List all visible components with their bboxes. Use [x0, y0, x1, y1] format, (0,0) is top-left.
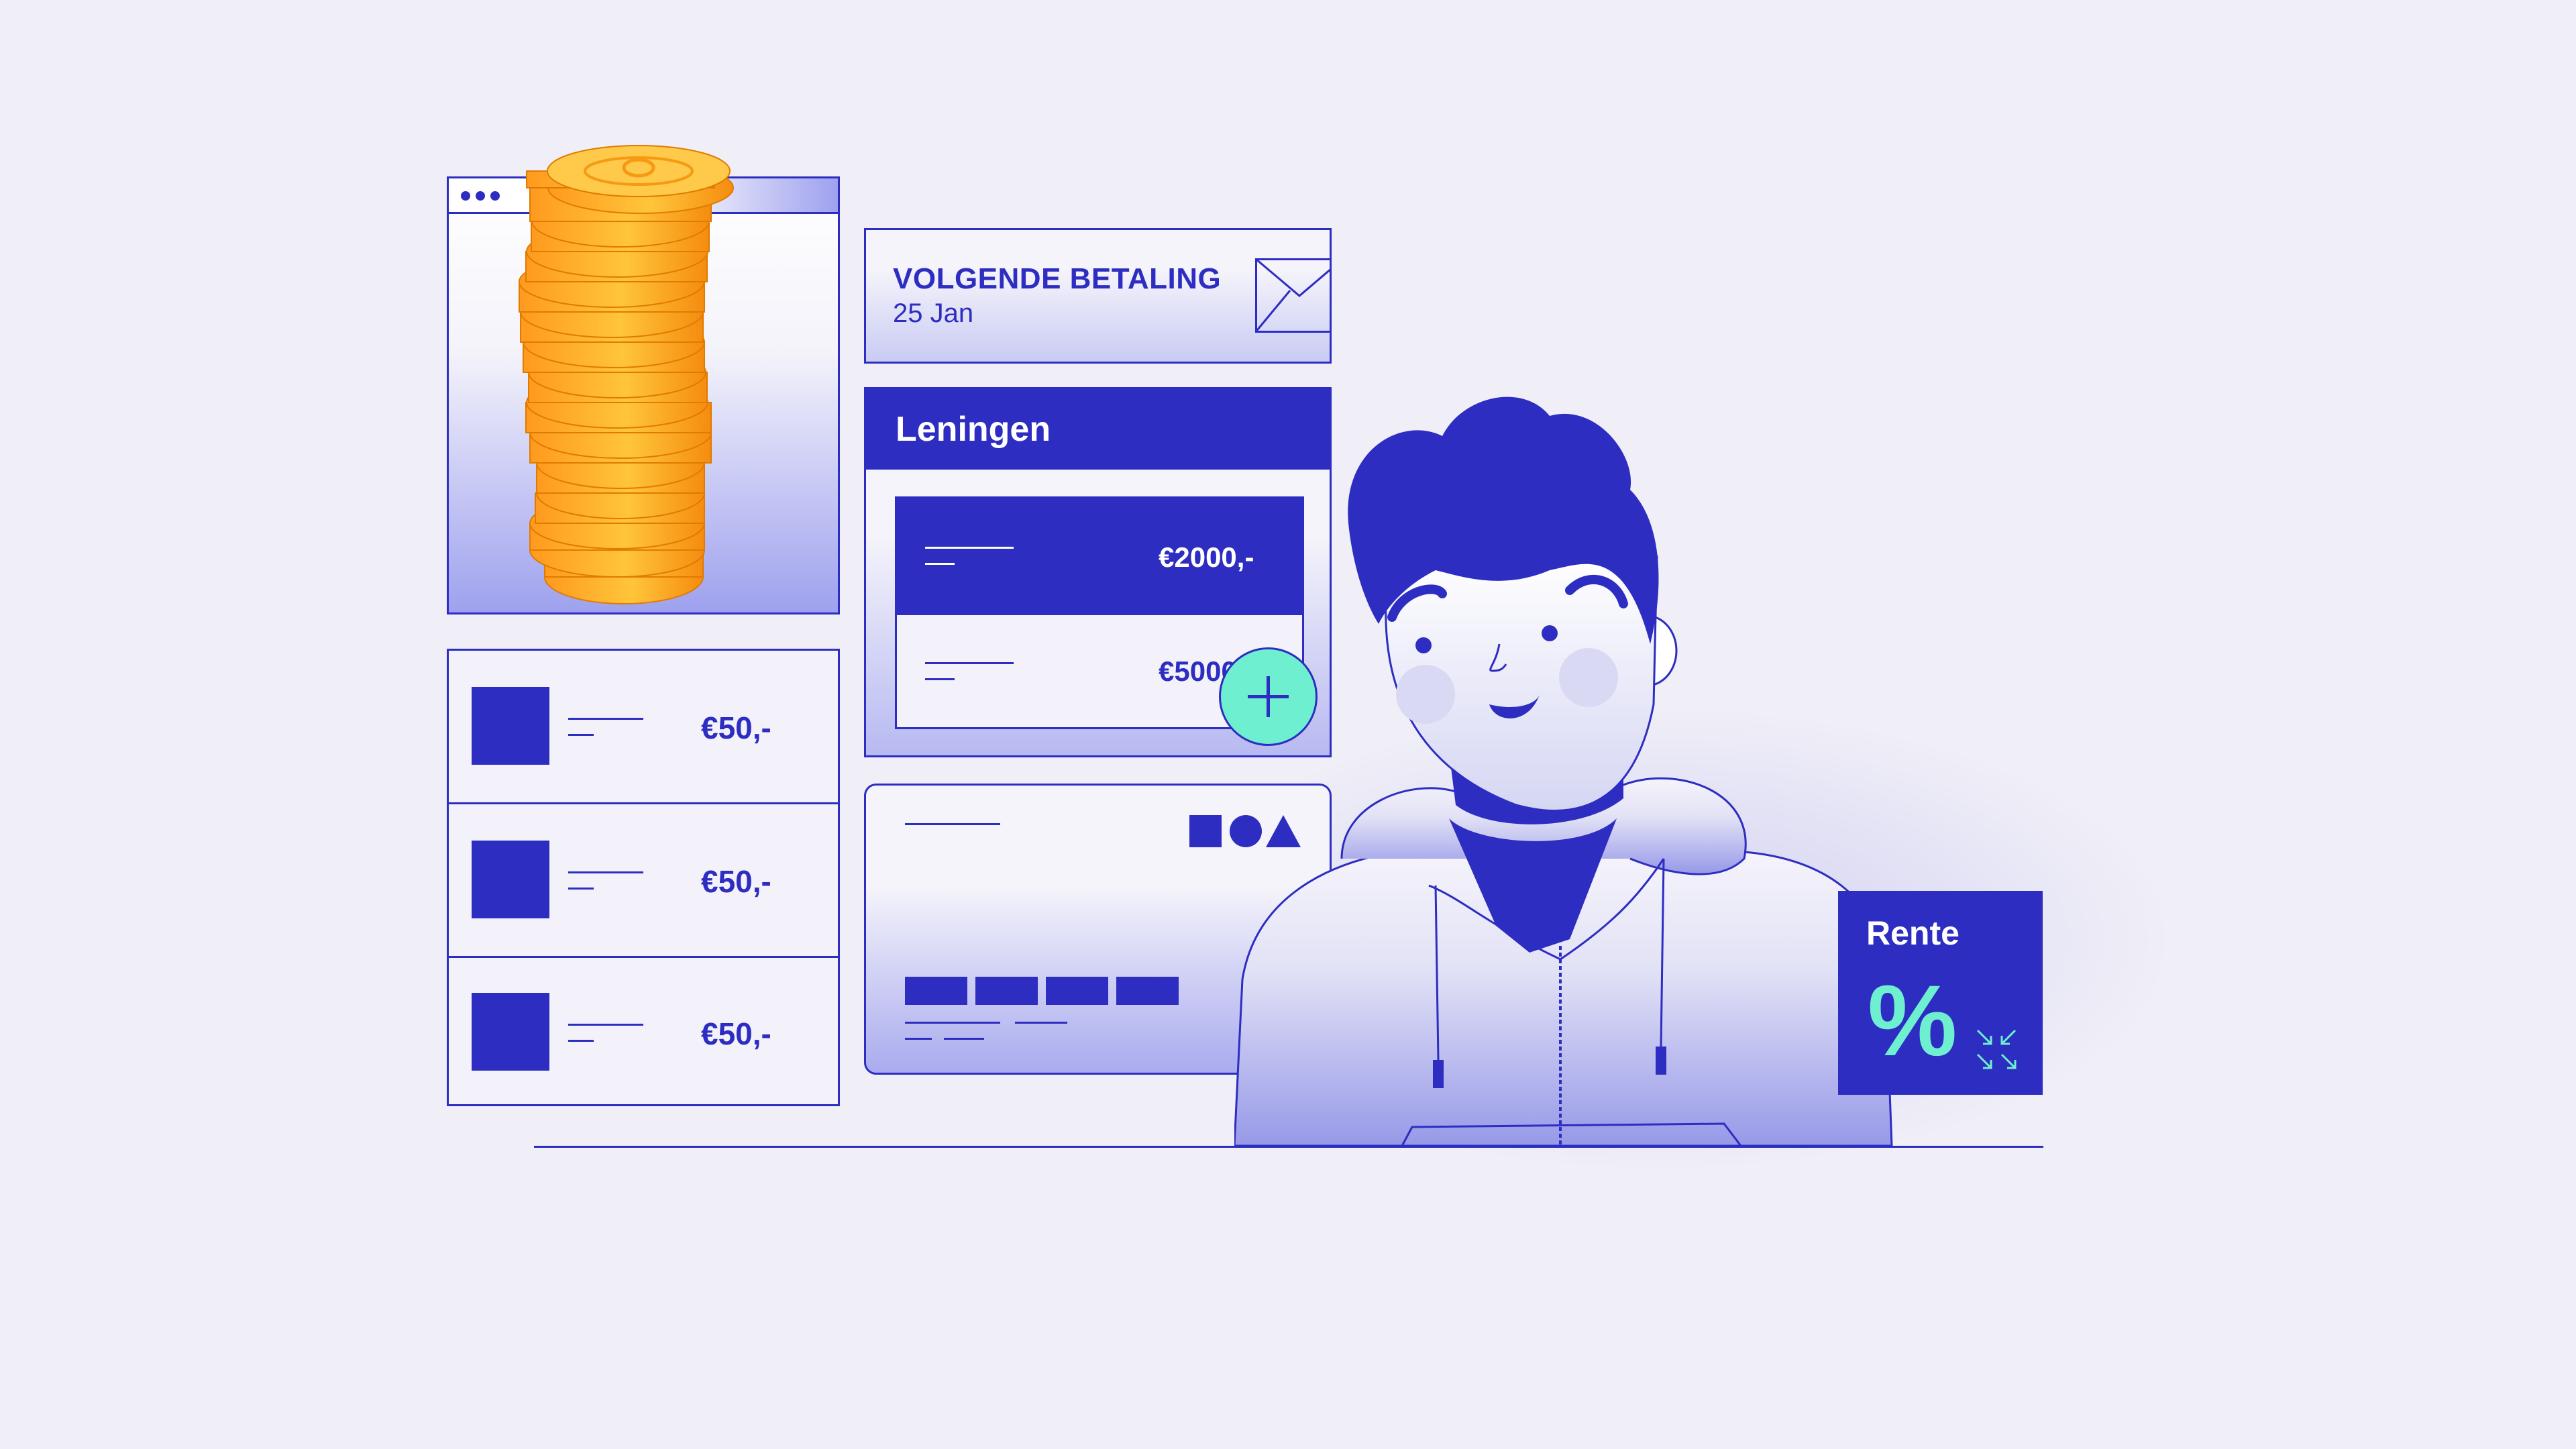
payment-thumbnail: [472, 687, 549, 765]
payment-amount: €50,-: [701, 864, 771, 899]
placeholder-line: [925, 547, 1014, 549]
shrink-arrows-icon: [1976, 1029, 2017, 1069]
placeholder-line: [905, 823, 1000, 825]
next-payment-title: VOLGENDE BETALING: [893, 262, 1222, 295]
window-dot: [461, 191, 470, 201]
interest-card[interactable]: Rente %: [1838, 891, 2043, 1095]
card-number-block: [1116, 977, 1179, 1005]
payment-amount: €50,-: [701, 1016, 771, 1051]
payment-amount: €50,-: [701, 710, 771, 745]
list-item[interactable]: €50,-: [449, 651, 838, 804]
card-number-block: [1046, 977, 1108, 1005]
percent-icon: %: [1868, 964, 1957, 1077]
person-illustration: [1234, 396, 1893, 1147]
coin-stack-icon: [519, 145, 734, 604]
card-number-block: [975, 977, 1038, 1005]
placeholder-line: [1015, 1022, 1067, 1024]
interest-title: Rente: [1866, 914, 1960, 952]
payment-thumbnail: [472, 841, 549, 918]
placeholder-line: [568, 888, 594, 890]
placeholder-line: [568, 1024, 643, 1026]
loans-title: Leningen: [896, 410, 1051, 449]
ground-line: [534, 1146, 2043, 1148]
placeholder-line: [925, 678, 955, 680]
envelope-icon: [1255, 258, 1332, 333]
placeholder-line: [568, 734, 594, 736]
list-item[interactable]: €50,-: [449, 804, 838, 958]
window-dot: [476, 191, 485, 201]
card-number-block: [905, 977, 967, 1005]
payment-thumbnail: [472, 993, 549, 1071]
illustration-canvas: €50,- €50,- €50,- VOLGENDE BETALING 25 J…: [0, 0, 2576, 1449]
payments-list: €50,- €50,- €50,-: [447, 649, 840, 1106]
placeholder-line: [568, 871, 643, 873]
placeholder-line: [568, 718, 643, 720]
placeholder-line: [925, 662, 1014, 664]
placeholder-line: [944, 1038, 984, 1040]
next-payment-date: 25 Jan: [893, 299, 974, 328]
placeholder-line: [568, 1040, 594, 1042]
placeholder-line: [925, 563, 955, 565]
list-item[interactable]: €50,-: [449, 957, 838, 1108]
placeholder-line: [905, 1038, 932, 1040]
next-payment-card[interactable]: VOLGENDE BETALING 25 Jan: [864, 228, 1332, 364]
placeholder-line: [905, 1022, 1000, 1024]
